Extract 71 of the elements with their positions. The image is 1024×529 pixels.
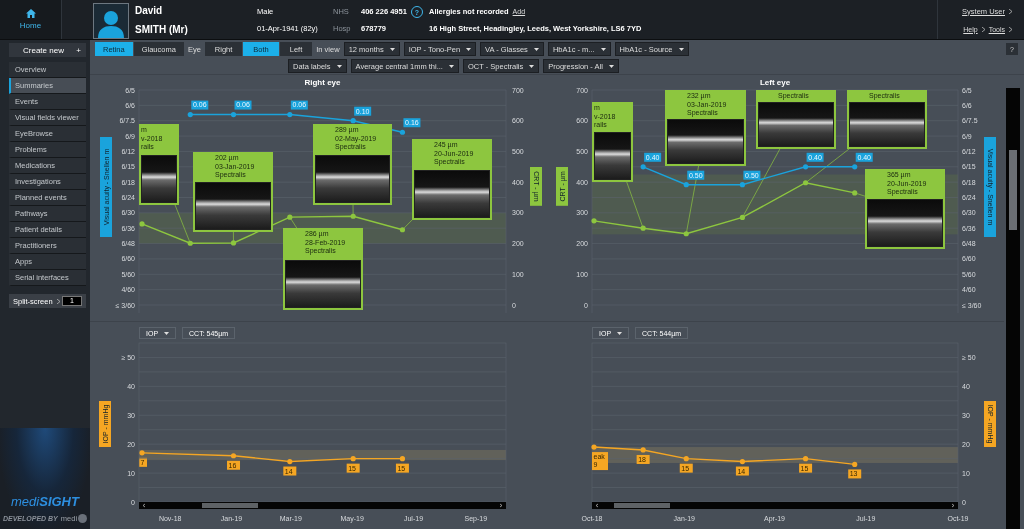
leader-line xyxy=(805,148,850,184)
data-point xyxy=(399,456,406,462)
patient-first-name: David xyxy=(135,4,164,16)
caret-icon xyxy=(466,47,472,51)
leader-line xyxy=(402,219,413,231)
data-point xyxy=(803,180,809,186)
caret-icon xyxy=(600,47,606,51)
data-point xyxy=(683,456,689,462)
vertical-scrollbar[interactable] xyxy=(1006,88,1020,529)
caret-icon xyxy=(678,47,684,51)
chevron-right-icon xyxy=(1009,26,1012,32)
leader-line xyxy=(289,216,298,229)
caret-icon xyxy=(448,64,454,68)
data-point xyxy=(803,456,809,462)
scan-image xyxy=(594,132,631,180)
data-point xyxy=(591,218,597,224)
data-point xyxy=(350,456,356,462)
brand-logo: mediSIGHT xyxy=(11,494,79,509)
caret-icon xyxy=(608,64,614,68)
acuity-point xyxy=(852,164,858,170)
chart-title: Left eye xyxy=(759,78,791,87)
data-point xyxy=(187,240,193,246)
horizontal-scrollbar[interactable] xyxy=(592,502,958,509)
chart-title: Right eye xyxy=(304,78,341,87)
person-silhouette-icon xyxy=(98,10,124,38)
data-point xyxy=(739,214,745,221)
acuity-point xyxy=(640,164,646,170)
home-icon xyxy=(25,9,36,18)
leader-line xyxy=(233,231,234,244)
caret-icon xyxy=(529,64,535,68)
home-button[interactable]: Home xyxy=(0,0,62,39)
acuity-point xyxy=(739,182,745,188)
data-point xyxy=(139,221,145,227)
acuity-point xyxy=(803,164,809,170)
data-point xyxy=(683,231,689,237)
data-point xyxy=(350,213,356,219)
acuity-point xyxy=(399,129,406,135)
leader-line xyxy=(626,181,644,229)
caret-icon xyxy=(389,47,395,51)
create-new-button[interactable]: Create new + xyxy=(9,43,86,57)
caret-icon xyxy=(617,331,623,335)
data-point xyxy=(739,458,745,465)
chevron-right-icon xyxy=(1009,8,1012,14)
data-point xyxy=(230,453,237,459)
caret-icon xyxy=(533,47,539,51)
acuity-point xyxy=(683,182,689,188)
data-point xyxy=(230,240,237,246)
acuity-point xyxy=(230,111,237,118)
acuity-point xyxy=(350,118,356,124)
data-point xyxy=(852,461,858,467)
caret-icon xyxy=(336,64,342,68)
data-point xyxy=(287,458,293,465)
leader-line xyxy=(854,192,866,197)
data-point xyxy=(852,190,858,196)
leader-line xyxy=(742,148,781,218)
data-point xyxy=(139,450,145,456)
data-point xyxy=(399,227,406,233)
chevron-right-icon xyxy=(56,298,60,304)
chevron-right-icon xyxy=(981,26,985,32)
data-point xyxy=(591,444,597,450)
leader-line xyxy=(174,204,191,244)
horizontal-scrollbar[interactable] xyxy=(139,502,506,509)
data-point xyxy=(287,214,293,220)
patient-surname: SMITH (Mr) xyxy=(135,23,189,35)
data-point xyxy=(640,447,646,453)
leader-line xyxy=(352,204,354,217)
caret-icon xyxy=(164,331,170,335)
acuity-point xyxy=(287,111,293,118)
scan-image xyxy=(141,155,177,203)
acuity-point xyxy=(187,111,193,118)
data-point xyxy=(640,225,646,231)
